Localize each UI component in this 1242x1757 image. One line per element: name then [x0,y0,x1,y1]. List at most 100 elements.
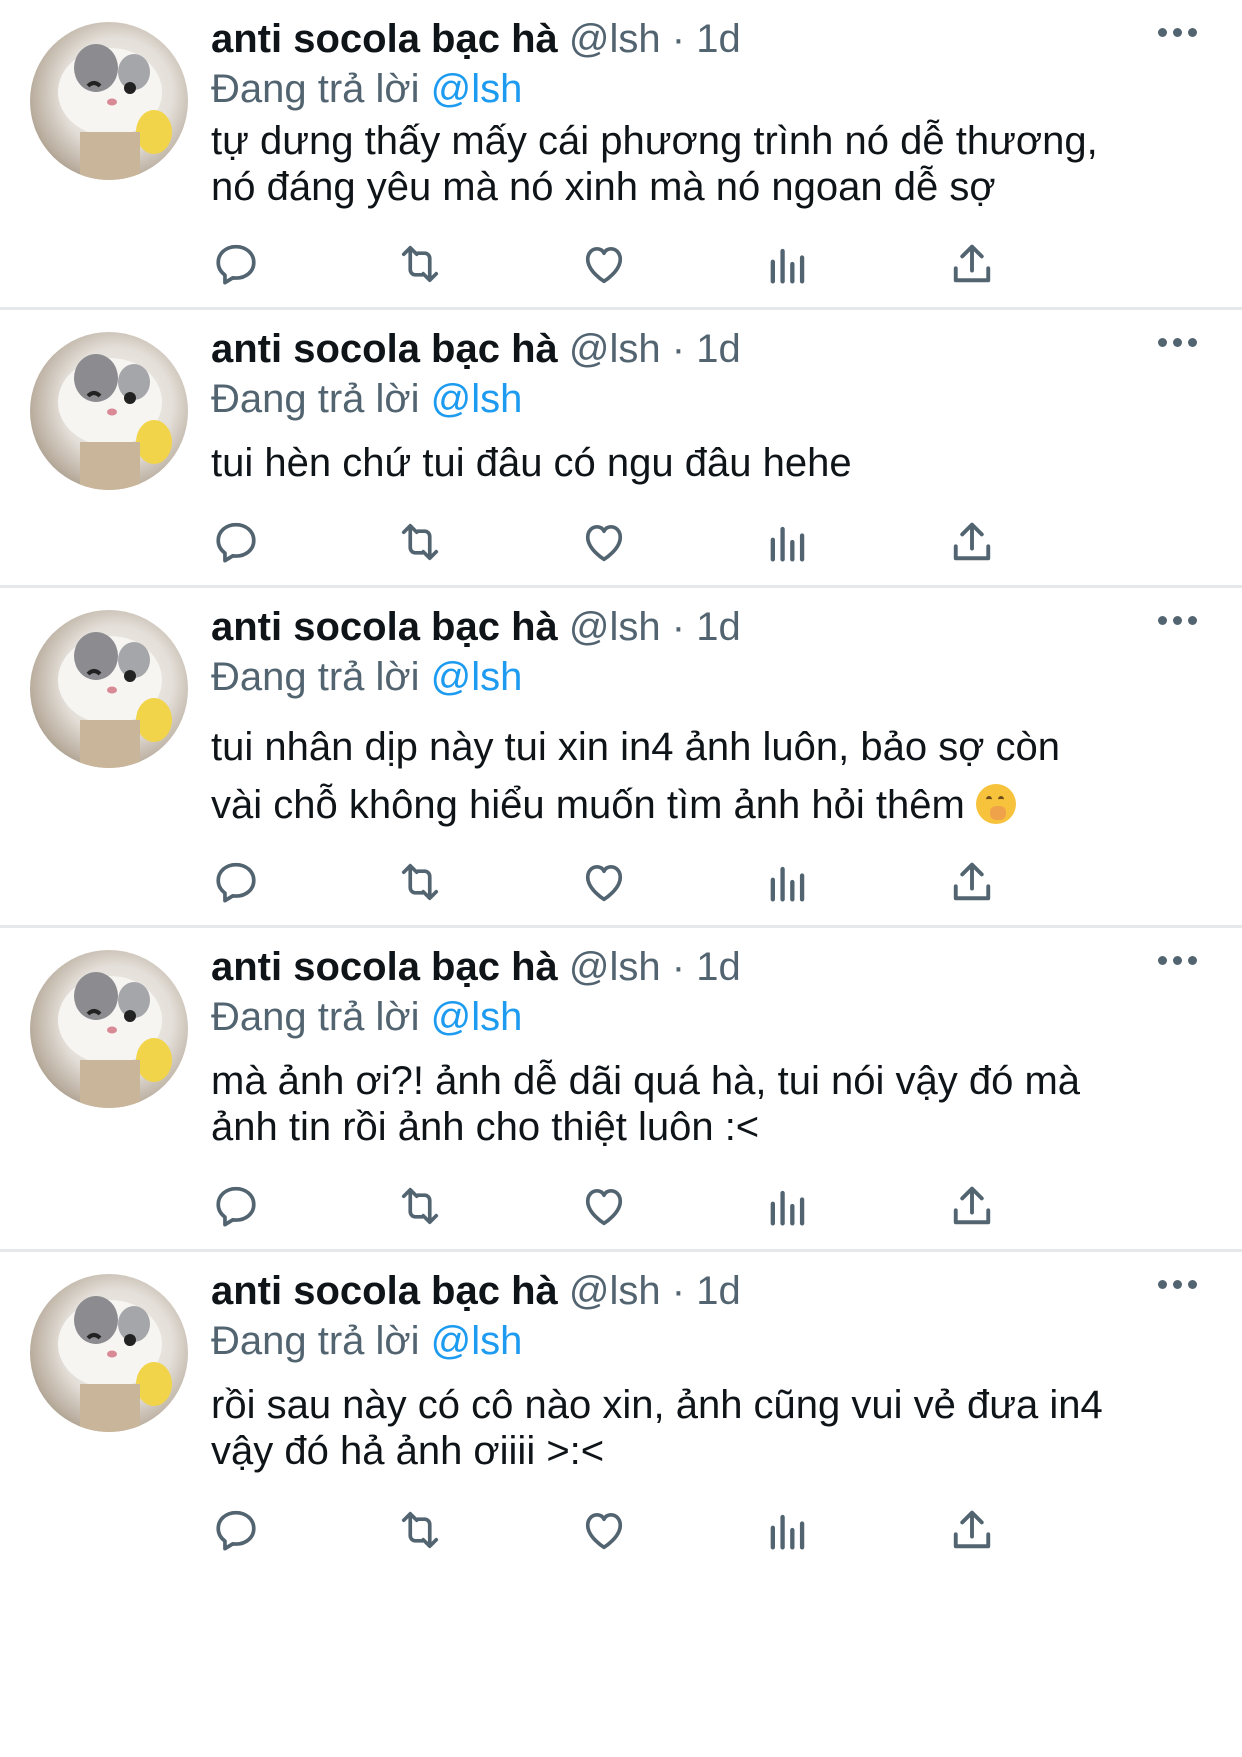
tweet-text: tui nhân dịp này tui xin in4 ảnh luôn, b… [211,718,1201,834]
separator: · [660,1269,697,1313]
tweet-text-line: rồi sau này có cô nào xin, ảnh cũng vui … [211,1383,1103,1427]
tweet[interactable]: anti socola bạc hà @lsh · 1d Đang trả lờ… [0,310,1242,588]
tweet[interactable]: anti socola bạc hà @lsh · 1d Đang trả lờ… [0,928,1242,1252]
retweet-icon[interactable] [394,238,446,290]
avatar[interactable] [30,610,188,768]
more-horizontal-icon[interactable] [1158,338,1198,352]
tweet-text-line: vậy đó hả ảnh ơiiii >:< [211,1429,605,1473]
replying-to: Đang trả lời @lsh [211,66,522,112]
timestamp[interactable]: 1d [696,17,741,61]
replying-to: Đang trả lời @lsh [211,376,522,422]
tweet-header: anti socola bạc hà @lsh · 1d [211,326,741,372]
mention-link[interactable]: @lsh [431,655,523,699]
retweet-icon[interactable] [394,1504,446,1556]
display-name[interactable]: anti socola bạc hà [211,327,558,371]
tweet-header: anti socola bạc hà @lsh · 1d [211,944,741,990]
reply-icon[interactable] [210,856,262,908]
tweet-text: rồi sau này có cô nào xin, ảnh cũng vui … [211,1382,1201,1474]
tweet-text-line: tui hèn chứ tui đâu có ngu đâu hehe [211,441,852,485]
heart-icon[interactable] [578,238,630,290]
tweet-text: tự dưng thấy mấy cái phương trình nó dễ … [211,118,1201,210]
avatar[interactable] [30,332,188,490]
retweet-icon[interactable] [394,516,446,568]
handle[interactable]: @lsh [569,17,661,61]
share-icon[interactable] [946,856,998,908]
share-icon[interactable] [946,1504,998,1556]
display-name[interactable]: anti socola bạc hà [211,1269,558,1313]
mention-link[interactable]: @lsh [431,1319,523,1363]
tweet-text-line: tui nhân dịp này tui xin in4 ảnh luôn, b… [211,725,1061,769]
heart-icon[interactable] [578,856,630,908]
mention-link[interactable]: @lsh [431,67,523,111]
tweet-actions [210,516,1090,568]
views-chart-icon[interactable] [762,856,814,908]
share-icon[interactable] [946,1180,998,1232]
timestamp[interactable]: 1d [696,945,741,989]
tweet-text-fragment: vài chỗ không hiểu muốn tìm ảnh hỏi thêm [211,783,976,827]
replying-to: Đang trả lời @lsh [211,1318,522,1364]
tweet-text: tui hèn chứ tui đâu có ngu đâu hehe [211,440,1201,486]
avatar[interactable] [30,1274,188,1432]
separator: · [660,327,697,371]
more-horizontal-icon[interactable] [1158,956,1198,970]
replying-to-label: Đang trả lời [211,655,431,699]
avatar[interactable] [30,950,188,1108]
reply-icon[interactable] [210,238,262,290]
tweet-header: anti socola bạc hà @lsh · 1d [211,16,741,62]
separator: · [660,17,697,61]
reply-feed: anti socola bạc hà @lsh · 1d Đang trả lờ… [0,0,1242,1757]
replying-to-label: Đang trả lời [211,1319,431,1363]
tweet-text-line: mà ảnh ơi?! ảnh dễ dãi quá hà, tui nói v… [211,1059,1081,1103]
tweet-actions [210,1504,1090,1556]
mention-link[interactable]: @lsh [431,995,523,1039]
heart-icon[interactable] [578,1180,630,1232]
hand-over-mouth-emoji-icon [975,784,1016,824]
heart-icon[interactable] [578,516,630,568]
tweet-text-line: ảnh tin rồi ảnh cho thiệt luôn :< [211,1105,760,1149]
replying-to: Đang trả lời @lsh [211,994,522,1040]
retweet-icon[interactable] [394,856,446,908]
handle[interactable]: @lsh [569,945,661,989]
tweet[interactable]: anti socola bạc hà @lsh · 1d Đang trả lờ… [0,1252,1242,1757]
more-horizontal-icon[interactable] [1158,28,1198,42]
tweet-text-line: vài chỗ không hiểu muốn tìm ảnh hỏi thêm [211,776,1201,834]
handle[interactable]: @lsh [569,1269,661,1313]
views-chart-icon[interactable] [762,1180,814,1232]
share-icon[interactable] [946,516,998,568]
views-chart-icon[interactable] [762,238,814,290]
tweet-actions [210,1180,1090,1232]
reply-icon[interactable] [210,1504,262,1556]
replying-to-label: Đang trả lời [211,377,431,421]
more-horizontal-icon[interactable] [1158,616,1198,630]
tweet-text: mà ảnh ơi?! ảnh dễ dãi quá hà, tui nói v… [211,1058,1201,1150]
tweet-text-line: nó đáng yêu mà nó xinh mà nó ngoan dễ sợ [211,165,996,209]
handle[interactable]: @lsh [569,327,661,371]
tweet-actions [210,238,1090,290]
tweet-header: anti socola bạc hà @lsh · 1d [211,1268,741,1314]
handle[interactable]: @lsh [569,605,661,649]
tweet[interactable]: anti socola bạc hà @lsh · 1d Đang trả lờ… [0,588,1242,928]
display-name[interactable]: anti socola bạc hà [211,17,558,61]
views-chart-icon[interactable] [762,516,814,568]
tweet-header: anti socola bạc hà @lsh · 1d [211,604,741,650]
tweet-actions [210,856,1090,908]
avatar[interactable] [30,22,188,180]
reply-icon[interactable] [210,1180,262,1232]
more-horizontal-icon[interactable] [1158,1280,1198,1294]
timestamp[interactable]: 1d [696,605,741,649]
timestamp[interactable]: 1d [696,327,741,371]
views-chart-icon[interactable] [762,1504,814,1556]
heart-icon[interactable] [578,1504,630,1556]
replying-to-label: Đang trả lời [211,67,431,111]
retweet-icon[interactable] [394,1180,446,1232]
share-icon[interactable] [946,238,998,290]
replying-to-label: Đang trả lời [211,995,431,1039]
display-name[interactable]: anti socola bạc hà [211,945,558,989]
display-name[interactable]: anti socola bạc hà [211,605,558,649]
replying-to: Đang trả lời @lsh [211,654,522,700]
mention-link[interactable]: @lsh [431,377,523,421]
tweet-text-line: tự dưng thấy mấy cái phương trình nó dễ … [211,119,1098,163]
reply-icon[interactable] [210,516,262,568]
tweet[interactable]: anti socola bạc hà @lsh · 1d Đang trả lờ… [0,0,1242,310]
timestamp[interactable]: 1d [696,1269,741,1313]
